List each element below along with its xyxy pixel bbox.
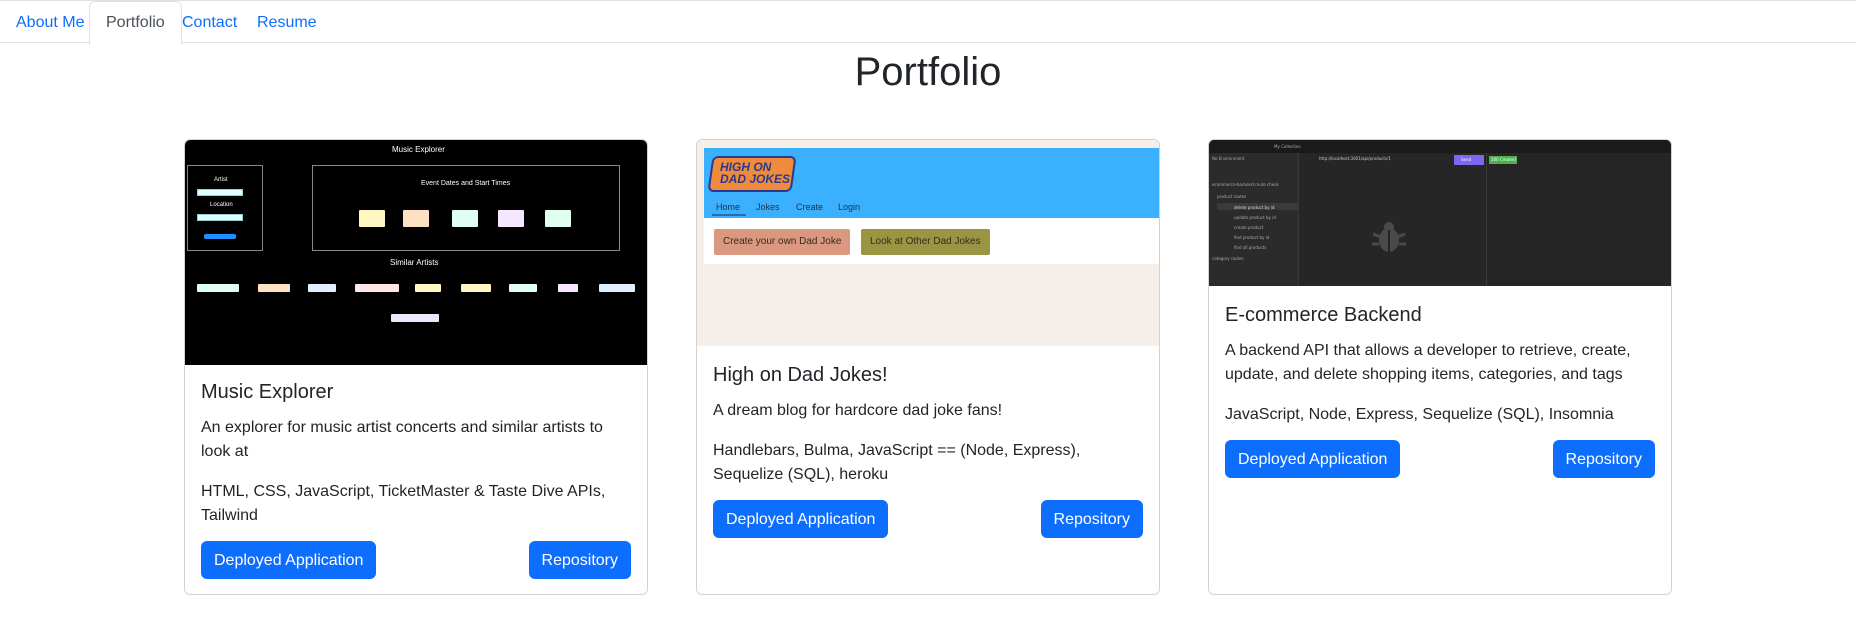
dad-jokes-screenshot: HIGH ON DAD JOKES Home Jokes Create Login… [697, 140, 1159, 346]
thumb-artist-chip [509, 284, 537, 292]
deployed-application-button[interactable]: Deployed Application [713, 500, 889, 538]
thumb-url: http://localhost:3001/api/products/1 [1319, 156, 1391, 161]
thumb-nav-create: Create [796, 202, 824, 212]
thumb-nav-underline [712, 214, 746, 216]
thumb-artist-chip [197, 284, 239, 292]
thumb-send-label: Send [1461, 157, 1472, 162]
card-body: E-commerce Backend A backend API that al… [1225, 303, 1655, 443]
thumb-create-button: Create your own Dad Joke [714, 229, 851, 255]
tab-resume[interactable]: Resume [241, 2, 333, 44]
thumb-event-chip [545, 210, 571, 227]
thumb-app-title: Music Explorer [392, 145, 445, 154]
thumb-category: category routes [1212, 256, 1244, 261]
thumb-artist-chip [391, 314, 439, 322]
thumb-request: create product [1234, 225, 1264, 230]
thumb-logo-text: HIGH ON DAD JOKES [720, 160, 791, 186]
repository-button[interactable]: Repository [528, 541, 631, 579]
thumb-artist-label: Artist [214, 177, 228, 183]
card-tech-stack: JavaScript, Node, Express, Sequelize (SQ… [1225, 406, 1614, 423]
project-card-music-explorer: Music Explorer Artist Location Event Dat… [184, 139, 648, 595]
thumb-folder: ecommerce-backend route check [1212, 182, 1279, 187]
project-card-dad-jokes: HIGH ON DAD JOKES Home Jokes Create Login… [696, 139, 1160, 595]
thumb-nav-login: Login [838, 202, 861, 212]
card-title: High on Dad Jokes! [713, 364, 888, 386]
thumb-header: HIGH ON DAD JOKES Home Jokes Create Login [704, 148, 1159, 218]
thumb-location-field [197, 214, 243, 221]
card-description: An explorer for music artist concerts an… [201, 419, 603, 460]
thumb-artist-chip [558, 284, 578, 292]
thumb-nav-home: Home [716, 202, 741, 212]
thumb-event-chip [403, 210, 429, 227]
bug-icon [1372, 222, 1406, 252]
thumb-subfolder: product routes [1217, 194, 1247, 199]
thumb-artist-chip [308, 284, 336, 292]
card-description: A dream blog for hardcore dad joke fans! [713, 402, 1003, 419]
card-body: High on Dad Jokes! A dream blog for hard… [713, 363, 1143, 503]
music-explorer-screenshot: Music Explorer Artist Location Event Dat… [185, 140, 647, 365]
thumb-event-chip [359, 210, 385, 227]
thumb-events-title: Event Dates and Start Times [421, 180, 511, 187]
tab-about-me[interactable]: About Me [0, 2, 100, 44]
thumb-artist-chip [415, 284, 441, 292]
project-card-ecommerce-backend: My Collection No Environment ecommerce-b… [1208, 139, 1672, 595]
repository-button[interactable]: Repository [1040, 500, 1143, 538]
thumb-artist-chip [599, 284, 635, 292]
page-title: Portfolio [854, 50, 1002, 94]
thumb-request: update product by id [1234, 215, 1276, 220]
thumb-status-text: 200 Created [1491, 157, 1516, 162]
thumb-environment: No Environment [1212, 156, 1245, 161]
thumb-event-chip [498, 210, 524, 227]
card-description: A backend API that allows a developer to… [1225, 342, 1631, 383]
thumb-collection: My Collection [1274, 144, 1301, 149]
thumb-artist-chip [355, 284, 399, 292]
ecommerce-screenshot: My Collection No Environment ecommerce-b… [1209, 140, 1671, 286]
card-body: Music Explorer An explorer for music art… [201, 380, 631, 544]
card-title: Music Explorer [201, 381, 334, 403]
thumb-events-panel [312, 165, 620, 251]
deployed-application-button[interactable]: Deployed Application [1225, 440, 1401, 478]
repository-button[interactable]: Repository [1552, 440, 1655, 478]
nav-tabs: About Me Portfolio Contact Resume [0, 0, 1856, 45]
card-tech-stack: HTML, CSS, JavaScript, TicketMaster & Ta… [201, 483, 606, 524]
thumb-artist-field [197, 189, 243, 196]
thumb-nav-jokes: Jokes [756, 202, 780, 212]
thumb-event-chip [452, 210, 478, 227]
card-title: E-commerce Backend [1225, 304, 1422, 326]
thumb-artist-chip [258, 284, 290, 292]
thumb-request: find all products [1234, 245, 1267, 250]
thumb-location-label: Location [210, 202, 233, 208]
thumb-request: delete product by id [1234, 205, 1275, 210]
thumb-request: find product by id [1234, 235, 1270, 240]
thumb-search-button [204, 234, 236, 239]
thumb-artist-chip [461, 284, 491, 292]
deployed-application-button[interactable]: Deployed Application [201, 541, 377, 579]
thumb-similar-title: Similar Artists [390, 258, 439, 267]
thumb-look-button: Look at Other Dad Jokes [861, 229, 990, 255]
card-tech-stack: Handlebars, Bulma, JavaScript == (Node, … [713, 442, 1081, 483]
